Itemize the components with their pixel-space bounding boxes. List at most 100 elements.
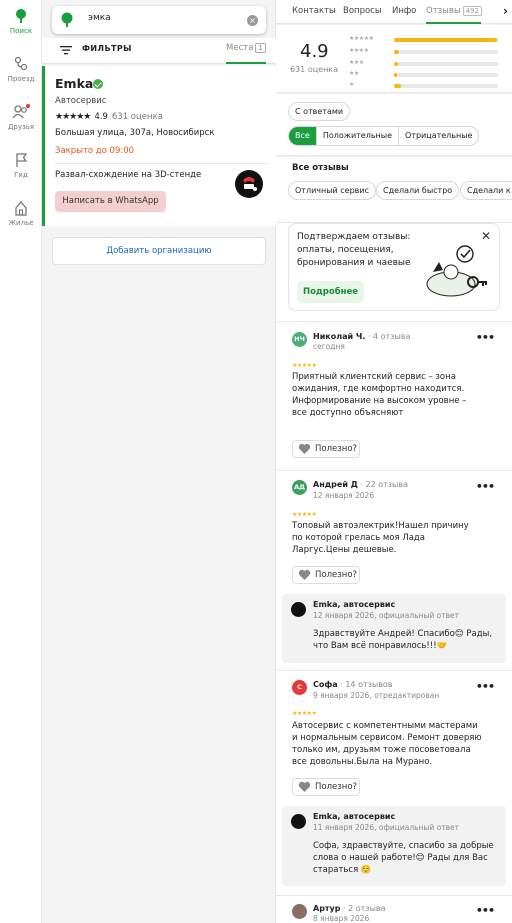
author-review-count: 4 отзыва [373,332,411,341]
clear-icon[interactable]: × [247,15,258,26]
rating-bar-row: ★★★★★ [349,35,501,44]
author-review-count: 2 отзыва [348,904,386,913]
rating-bar-track [394,50,498,54]
filters-bar: ФИЛЬТРЫ Места 1 [42,38,276,64]
places-count: 1 [255,43,266,53]
review-filters: С ответами Все Положительные Отрицательн… [276,94,512,156]
segment-positive[interactable]: Положительные [315,127,398,145]
review-author[interactable]: Артур · 2 отзыва [313,904,386,913]
segment-negative[interactable]: Отрицательные [398,127,478,145]
filters-button[interactable]: ФИЛЬТРЫ [82,44,132,53]
rating-bar-fill [394,84,402,88]
flag-icon [16,153,28,167]
tab-questions[interactable]: Вопросы [343,6,382,16]
promo-card: Подтверждаем отзывы: оплаты, посещения, … [288,223,500,311]
places-tab-underline [226,62,266,64]
review-author[interactable]: Николай Ч. · 4 отзыва [313,332,410,341]
tab-reviews-badge: 492 [462,6,482,16]
tag-chip[interactable]: Сделали быстро [376,181,460,200]
org-card[interactable]: Emka Автосервис ★★★★★ 4.9 631 оценка Больш… [42,66,276,226]
nav-friends[interactable]: Друзья [0,104,42,131]
nav-friends-label: Друзья [7,123,35,131]
author-avatar[interactable]: НЧ [292,332,307,347]
review-date: 12 января 2026 [313,491,375,500]
rating-bar-track [394,84,498,88]
review-card: С Софа · 14 отзывов 9 января 2026, отред… [276,671,512,895]
reply-text: Софа, здравствуйте, спасибо за добрые сл… [313,841,494,875]
tab-reviews-label: Отзывы [426,6,461,16]
reply-author[interactable]: Emka, автосервис [313,812,395,821]
more-icon[interactable]: ••• [476,904,495,917]
useful-label: Полезно? [315,444,358,454]
rating-bar-stars: ★★★★★ [349,35,374,42]
author-name: Софа [313,680,338,689]
nav-housing[interactable]: Жильё [0,200,42,227]
tag-chip[interactable]: Отличный сервис [288,181,376,200]
places-tab[interactable]: Места 1 [226,43,266,53]
review-date: 9 января 2026, отредактирован [313,691,440,700]
route-icon [14,56,28,71]
rating-bar-track [394,38,498,42]
tab-underline [426,22,481,24]
author-avatar[interactable] [292,904,307,919]
review-text: Автосервис с компетентными мастерами и н… [292,721,482,767]
rating-bar-stars: ★★★★ [349,47,369,54]
rating-stars-icon: ★★★★★ [55,112,91,122]
nav-route[interactable]: Проезд [0,56,42,83]
promo-illustration-icon [426,245,487,297]
org-category: Автосервис [55,96,107,106]
promo-more-button[interactable]: Подробнее [297,281,364,303]
tab-contacts[interactable]: Контакты [292,6,336,16]
useful-button[interactable]: Полезно? [292,778,360,796]
reply-author[interactable]: Emka, автосервис [313,600,395,609]
whatsapp-button[interactable]: Написать в WhatsApp [55,191,166,212]
rating-average: 4.9 [300,41,329,62]
rating-bar-row: ★★★ [349,59,501,68]
chevron-right-icon[interactable]: › [503,4,508,18]
org-rating-value: 4.9 [94,112,108,122]
friends-icon [12,104,30,119]
useful-button[interactable]: Полезно? [292,566,360,584]
segment-all[interactable]: Все [289,127,316,145]
author-name: Николай Ч. [313,332,366,341]
author-review-count: 22 отзыва [365,480,408,489]
nav-search[interactable]: Поиск [0,8,42,35]
useful-button[interactable]: Полезно? [292,440,360,458]
rating-bar-fill [394,62,399,66]
author-avatar[interactable]: С [292,680,307,695]
useful-label: Полезно? [315,570,358,580]
rating-bar-stars: ★★★ [349,59,364,66]
filter-icon[interactable] [60,45,72,55]
org-name[interactable]: Emka [55,76,93,91]
rating-bar-stars: ★ [349,81,354,88]
review-date: 8 января 2026 [313,914,370,923]
tab-reviews[interactable]: Отзывы 492 [426,6,482,16]
review-author[interactable]: Софа · 14 отзывов [313,680,393,689]
review-card: НЧ Николай Ч. · 4 отзыва сегодня ••• ★★★… [276,322,512,470]
search-input[interactable]: эмка [88,13,111,23]
rating-summary: 4.9 631 оценка ★★★★★ ★★★★ ★★★ ★★ ★ [276,25,512,93]
nav-guide-label: Гид [14,171,28,179]
sentiment-segments: Все Положительные Отрицательные [288,126,480,146]
more-icon[interactable]: ••• [476,480,495,493]
author-avatar[interactable]: АД [292,480,307,495]
search-box[interactable]: эмка × [52,6,266,34]
results-panel: эмка × ФИЛЬТРЫ Места 1 Emka Автосервис ★★… [42,0,276,923]
nav-route-label: Проезд [7,75,35,83]
rating-count: 631 оценка [290,65,339,74]
details-panel: Контакты Вопросы Инфо Отзывы 492 › 4.9 63… [276,0,512,923]
close-icon[interactable]: ✕ [481,230,491,242]
tag-chip[interactable]: Сделали к [460,181,512,200]
with-answers-chip[interactable]: С ответами [288,102,351,121]
more-icon[interactable]: ••• [476,331,495,344]
add-organization-button[interactable]: Добавить организацию [52,237,266,265]
review-author[interactable]: Андрей Д · 22 отзыва [313,480,408,489]
heart-icon [298,443,311,454]
author-name: Андрей Д [313,480,358,489]
rating-bar-stars: ★★ [349,70,359,77]
nav-guide[interactable]: Гид [0,152,42,179]
more-icon[interactable]: ••• [476,680,495,693]
tab-info[interactable]: Инфо [392,6,416,16]
all-reviews-title: Все отзывы [292,163,349,173]
rating-bar-fill [394,38,497,42]
